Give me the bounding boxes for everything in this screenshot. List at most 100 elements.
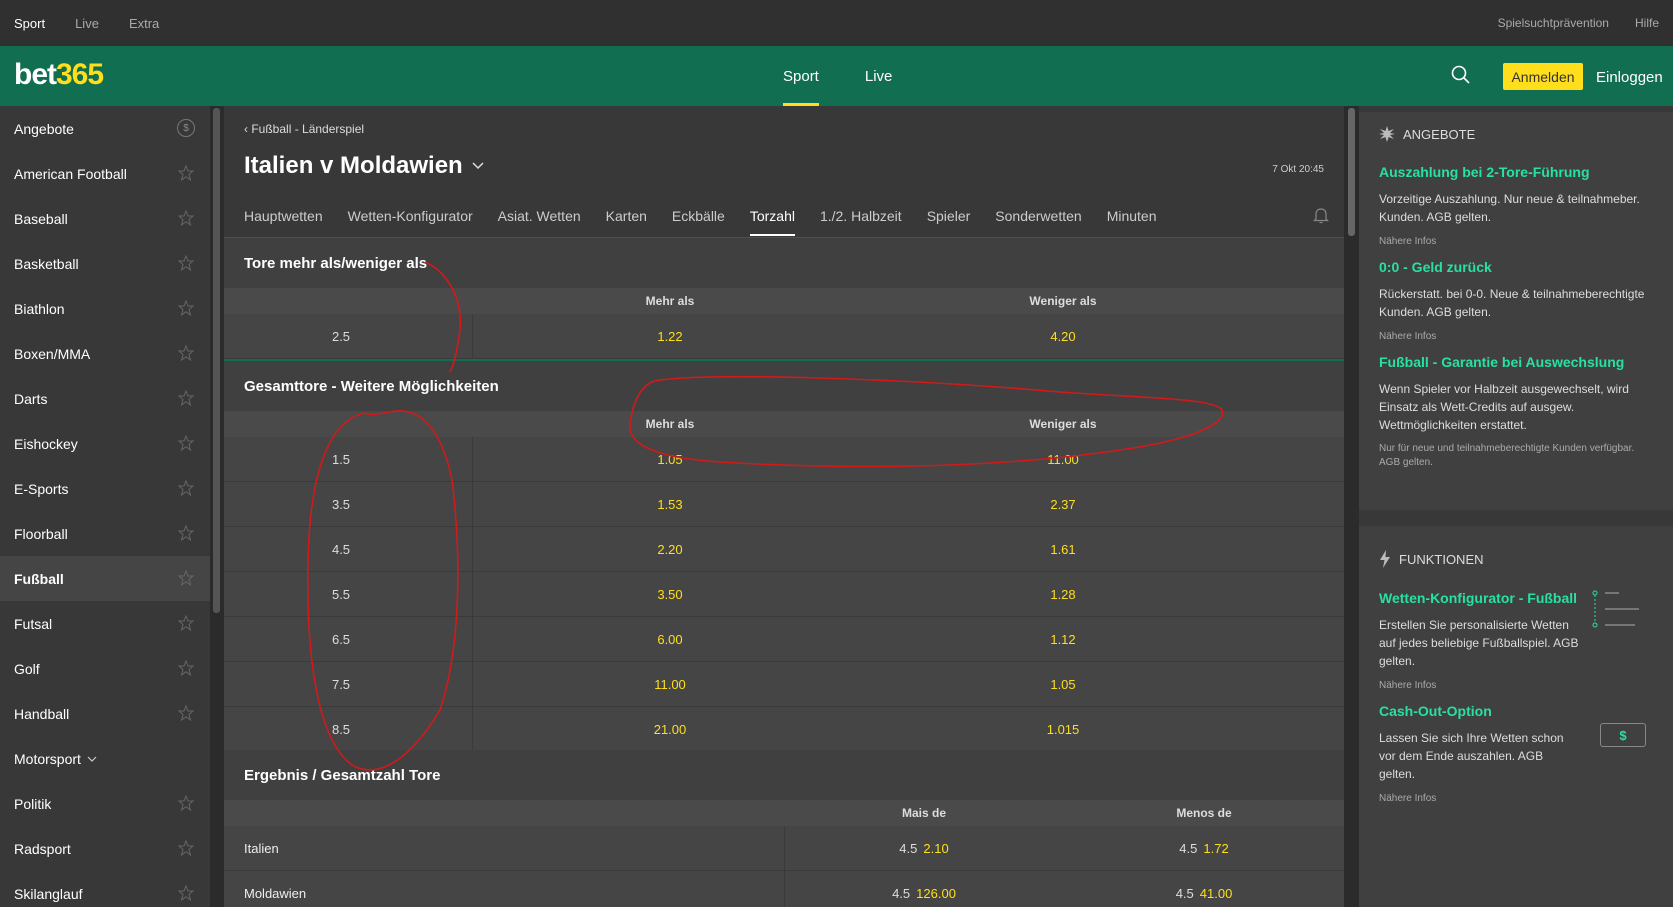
odds-under[interactable]: 4.5 1.72 <box>1179 841 1228 856</box>
login-button[interactable]: Einloggen <box>1596 69 1663 86</box>
register-button[interactable]: Anmelden <box>1503 63 1583 90</box>
function-title[interactable]: Cash-Out-Option <box>1379 703 1653 719</box>
more-info-link[interactable]: Nähere Infos <box>1379 680 1653 691</box>
market-title[interactable]: Ergebnis / Gesamtzahl Tore <box>224 750 1344 800</box>
odds-under[interactable]: 1.12 <box>1050 632 1075 647</box>
sidebar-item-esports[interactable]: E-Sports <box>0 466 210 511</box>
odds-under[interactable]: 1.28 <box>1050 587 1075 602</box>
star-icon[interactable] <box>178 525 194 541</box>
sidebar-scrollbar[interactable] <box>213 108 220 613</box>
topbar-extra-link[interactable]: Extra <box>129 16 159 31</box>
offer-title[interactable]: 0:0 - Geld zurück <box>1379 259 1653 275</box>
offer-description: Rückerstatt. bei 0-0. Neue & teilnahmebe… <box>1379 287 1645 319</box>
odds-under[interactable]: 4.20 <box>1050 329 1075 344</box>
odds-under[interactable]: 1.05 <box>1050 677 1075 692</box>
tab-goals[interactable]: Torzahl <box>749 208 796 236</box>
sidebar-item-offers[interactable]: Angebote $ <box>0 106 210 151</box>
sidebar-item-football[interactable]: Fußball <box>0 556 210 601</box>
market-title[interactable]: Gesamttore - Weitere Möglichkeiten <box>224 361 1344 411</box>
help-link[interactable]: Hilfe <box>1635 16 1659 30</box>
search-icon[interactable] <box>1450 64 1472 86</box>
main-scrollbar[interactable] <box>1348 108 1355 236</box>
odds-over[interactable]: 11.00 <box>654 677 686 692</box>
responsible-gambling-link[interactable]: Spielsuchtprävention <box>1498 16 1609 30</box>
tab-players[interactable]: Spieler <box>927 208 971 236</box>
sidebar-item-ice-hockey[interactable]: Eishockey <box>0 421 210 466</box>
sidebar-item-handball[interactable]: Handball <box>0 691 210 736</box>
star-icon[interactable] <box>178 840 194 856</box>
sidebar-item-golf[interactable]: Golf <box>0 646 210 691</box>
more-info-link[interactable]: Nähere Infos <box>1379 331 1653 342</box>
tab-main-bets[interactable]: Hauptwetten <box>244 208 323 236</box>
nav-sport[interactable]: Sport <box>783 46 819 106</box>
bet365-logo[interactable]: bet365 <box>14 58 104 92</box>
table-row: Moldawien 4.5 126.00 4.5 41.00 <box>224 871 1344 907</box>
tab-cards[interactable]: Karten <box>606 208 647 236</box>
more-info-link[interactable]: Nähere Infos <box>1379 236 1653 247</box>
offers-dollar-icon: $ <box>177 119 195 137</box>
nav-live[interactable]: Live <box>865 46 893 106</box>
line-value: 6.5 <box>331 632 351 647</box>
tab-corners[interactable]: Eckbälle <box>672 208 725 236</box>
tab-minutes[interactable]: Minuten <box>1107 208 1157 236</box>
topbar-sport-link[interactable]: Sport <box>14 16 45 31</box>
star-icon[interactable] <box>178 255 194 271</box>
sidebar-item-boxing-mma[interactable]: Boxen/MMA <box>0 331 210 376</box>
sidebar-item-politics[interactable]: Politik <box>0 781 210 826</box>
star-icon[interactable] <box>178 615 194 631</box>
odds-over[interactable]: 1.22 <box>657 329 682 344</box>
odds-over[interactable]: 1.53 <box>657 497 682 512</box>
star-icon[interactable] <box>178 480 194 496</box>
sidebar-item-floorball[interactable]: Floorball <box>0 511 210 556</box>
team-name: Moldawien <box>244 886 307 901</box>
market-title[interactable]: Tore mehr als/weniger als <box>224 238 1344 288</box>
offer-title[interactable]: Auszahlung bei 2-Tore-Führung <box>1379 164 1653 180</box>
more-info-link[interactable]: Nähere Infos <box>1379 793 1653 804</box>
star-icon[interactable] <box>178 300 194 316</box>
tab-specials[interactable]: Sonderwetten <box>995 208 1081 236</box>
star-icon[interactable] <box>178 885 194 901</box>
odds-over[interactable]: 3.50 <box>657 587 682 602</box>
odds-over[interactable]: 2.20 <box>657 542 682 557</box>
sidebar-item-futsal[interactable]: Futsal <box>0 601 210 646</box>
odds-under[interactable]: 1.61 <box>1050 542 1075 557</box>
table-row: 8.5 21.00 1.015 <box>224 707 1344 752</box>
star-icon[interactable] <box>178 210 194 226</box>
star-icon[interactable] <box>178 570 194 586</box>
tab-bet-builder[interactable]: Wetten-Konfigurator <box>348 208 473 236</box>
odds-over[interactable]: 21.00 <box>654 722 687 737</box>
odds-under[interactable]: 11.00 <box>1047 452 1079 467</box>
odds-over[interactable]: 4.5 2.10 <box>899 841 948 856</box>
tab-halves[interactable]: 1./2. Halbzeit <box>820 208 902 236</box>
star-icon[interactable] <box>178 705 194 721</box>
tab-asian[interactable]: Asiat. Wetten <box>498 208 581 236</box>
bell-icon[interactable] <box>1312 206 1330 224</box>
odds-over[interactable]: 1.05 <box>657 452 682 467</box>
sidebar-item-motorsport[interactable]: Motorsport <box>0 736 210 781</box>
sidebar-item-cycling[interactable]: Radsport <box>0 826 210 871</box>
odds-under[interactable]: 1.015 <box>1047 722 1080 737</box>
sidebar-item-baseball[interactable]: Baseball <box>0 196 210 241</box>
odds-under[interactable]: 4.5 41.00 <box>1176 886 1233 901</box>
star-icon[interactable] <box>178 390 194 406</box>
sidebar-item-basketball[interactable]: Basketball <box>0 241 210 286</box>
star-icon[interactable] <box>178 435 194 451</box>
odds-over[interactable]: 4.5 126.00 <box>892 886 956 901</box>
star-icon[interactable] <box>178 795 194 811</box>
sidebar-item-biathlon[interactable]: Biathlon <box>0 286 210 331</box>
sidebar-item-cross-country-skiing[interactable]: Skilanglauf <box>0 871 210 907</box>
functions-heading: FUNKTIONEN <box>1379 550 1653 568</box>
sidebar-item-american-football[interactable]: American Football <box>0 151 210 196</box>
offer-title[interactable]: Fußball - Garantie bei Auswechslung <box>1379 354 1653 370</box>
line-value: 4.5 <box>331 542 351 557</box>
star-icon[interactable] <box>178 660 194 676</box>
topbar-live-link[interactable]: Live <box>75 16 99 31</box>
star-icon[interactable] <box>178 165 194 181</box>
match-title[interactable]: Italien v Moldawien <box>244 152 485 180</box>
breadcrumb[interactable]: ‹ Fußball - Länderspiel <box>244 122 364 136</box>
star-icon[interactable] <box>178 345 194 361</box>
function-title[interactable]: Wetten-Konfigurator - Fußball <box>1379 590 1579 606</box>
odds-over[interactable]: 6.00 <box>657 632 682 647</box>
sidebar-item-darts[interactable]: Darts <box>0 376 210 421</box>
odds-under[interactable]: 2.37 <box>1050 497 1075 512</box>
